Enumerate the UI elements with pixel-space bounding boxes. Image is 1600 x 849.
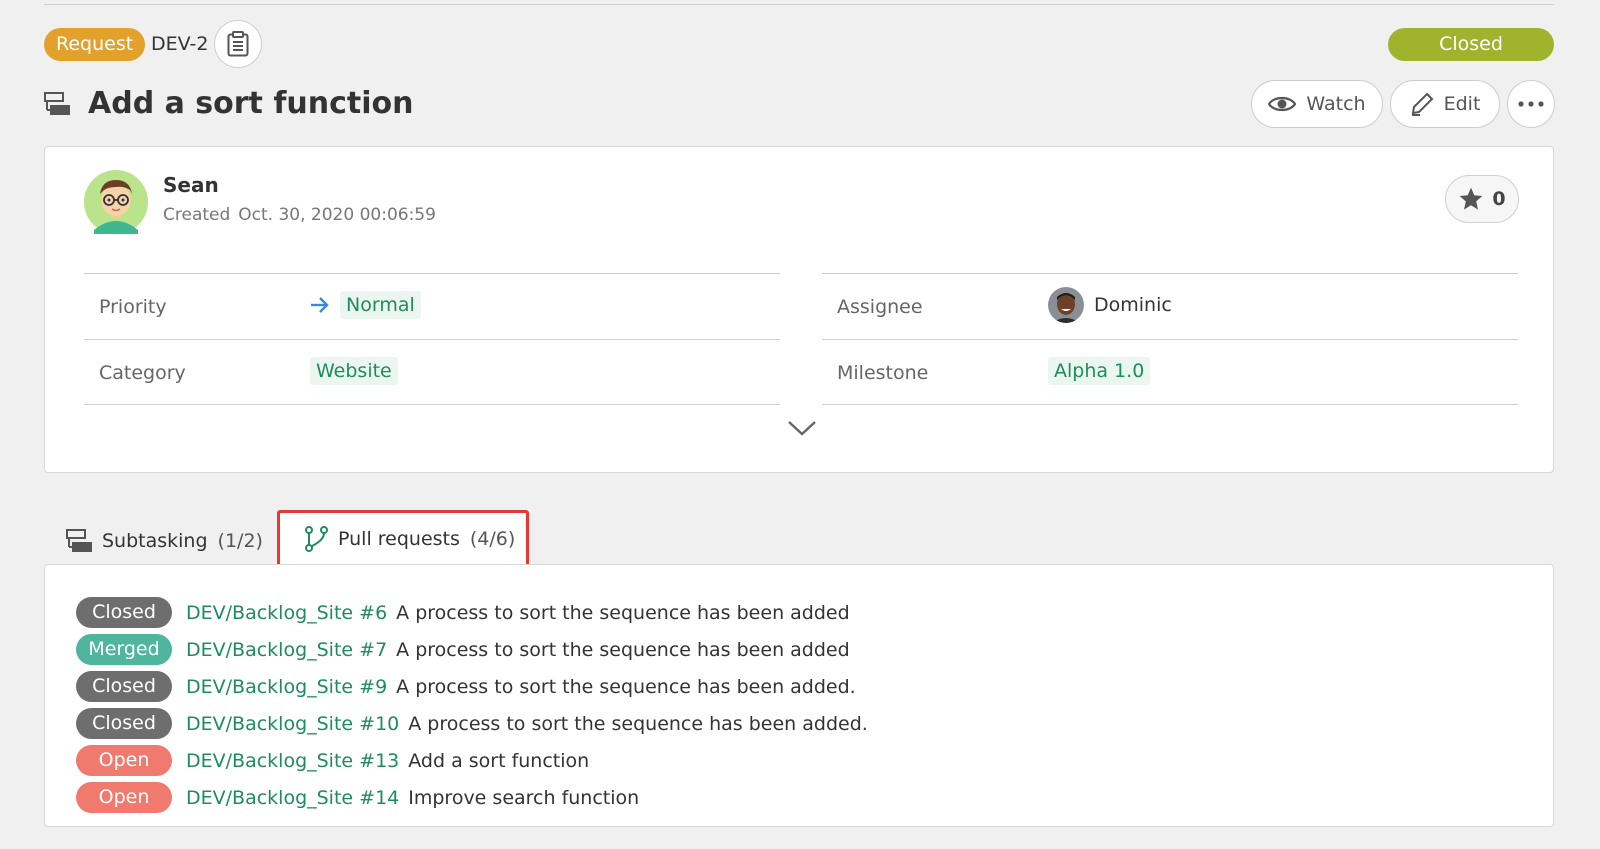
star-icon: [1460, 187, 1483, 210]
milestone-label: Milestone: [837, 362, 929, 384]
list-item: Closed DEV/Backlog_Site #10 A process to…: [76, 705, 868, 742]
tab-subtasking-label: Subtasking: [102, 530, 208, 552]
issue-key: DEV-2: [151, 33, 209, 55]
pull-request-description: A process to sort the sequence has been …: [396, 675, 856, 698]
pull-request-link[interactable]: DEV/Backlog_Site #10: [186, 713, 399, 735]
status-badge: Open: [76, 782, 172, 813]
list-item: Merged DEV/Backlog_Site #7 A process to …: [76, 631, 868, 668]
eye-icon: [1268, 96, 1297, 112]
title-row: Add a sort function Watch Edit: [44, 80, 1555, 130]
pull-request-link[interactable]: DEV/Backlog_Site #6: [186, 602, 387, 624]
pull-request-panel: Closed DEV/Backlog_Site #6 A process to …: [44, 564, 1554, 827]
list-item: Open DEV/Backlog_Site #13 Add a sort fun…: [76, 742, 868, 779]
properties-right: Assignee Dominic Milestone Alpha 1.0: [822, 273, 1518, 405]
pull-request-link[interactable]: DEV/Backlog_Site #13: [186, 750, 399, 772]
created-date: Oct. 30, 2020 00:06:59: [238, 205, 436, 225]
copy-key-button[interactable]: [214, 20, 262, 68]
more-options-button[interactable]: [1507, 80, 1555, 128]
category-value[interactable]: Website: [310, 354, 398, 388]
created-label: Created: [163, 205, 231, 225]
clipboard-icon: [227, 31, 249, 57]
pull-request-description: Improve search function: [408, 786, 640, 809]
priority-row: Priority Normal: [84, 273, 780, 339]
pull-request-icon: [305, 526, 328, 552]
edit-label: Edit: [1443, 93, 1481, 115]
avatar[interactable]: [84, 170, 148, 234]
priority-value[interactable]: Normal: [310, 288, 421, 322]
pull-request-description: A process to sort the sequence has been …: [396, 638, 850, 661]
milestone-chip: Alpha 1.0: [1048, 357, 1151, 385]
assignee-row: Assignee Dominic: [822, 273, 1518, 339]
category-chip: Website: [310, 357, 398, 385]
pencil-icon: [1411, 92, 1434, 116]
author-name[interactable]: Sean: [163, 173, 219, 197]
pull-request-description: A process to sort the sequence has been …: [408, 712, 868, 735]
list-item: Open DEV/Backlog_Site #14 Improve search…: [76, 779, 868, 816]
star-count: 0: [1492, 188, 1506, 210]
edit-button[interactable]: Edit: [1390, 80, 1500, 128]
issue-status-badge[interactable]: Closed: [1388, 28, 1554, 61]
status-badge: Open: [76, 745, 172, 776]
pull-request-description: Add a sort function: [408, 749, 590, 772]
assignee-label: Assignee: [837, 296, 923, 318]
subtask-icon: [44, 92, 70, 115]
subtask-icon: [66, 529, 92, 552]
ellipsis-icon: [1518, 101, 1544, 107]
avatar: [1048, 287, 1084, 323]
priority-label: Priority: [99, 296, 167, 318]
assignee-name: Dominic: [1094, 294, 1172, 316]
pull-request-list: Closed DEV/Backlog_Site #6 A process to …: [76, 594, 868, 816]
created-timestamp: Created Oct. 30, 2020 00:06:59: [163, 205, 444, 225]
tab-pull-requests-count: (4/6): [469, 528, 516, 550]
issue-type-badge[interactable]: Request: [44, 28, 146, 61]
priority-chip: Normal: [340, 291, 421, 319]
status-badge: Merged: [76, 634, 172, 665]
pull-request-description: A process to sort the sequence has been …: [396, 601, 850, 624]
assignee-value[interactable]: Dominic: [1048, 287, 1172, 323]
list-item: Closed DEV/Backlog_Site #9 A process to …: [76, 668, 868, 705]
status-badge: Closed: [76, 671, 172, 702]
milestone-value[interactable]: Alpha 1.0: [1048, 354, 1151, 388]
pull-request-link[interactable]: DEV/Backlog_Site #14: [186, 787, 399, 809]
category-row: Category Website: [84, 339, 780, 405]
tab-pull-requests[interactable]: Pull requests (4/6): [277, 510, 529, 568]
star-button[interactable]: 0: [1445, 175, 1519, 223]
tab-subtasking-count: (1/2): [217, 530, 263, 552]
pull-request-link[interactable]: DEV/Backlog_Site #7: [186, 639, 387, 661]
pull-request-link[interactable]: DEV/Backlog_Site #9: [186, 676, 387, 698]
top-divider: [44, 4, 1554, 5]
milestone-row: Milestone Alpha 1.0: [822, 339, 1518, 405]
watch-label: Watch: [1306, 93, 1366, 115]
watch-button[interactable]: Watch: [1251, 80, 1383, 128]
status-badge: Closed: [76, 597, 172, 628]
page-title: Add a sort function: [88, 86, 414, 121]
category-label: Category: [99, 362, 186, 384]
issue-header: Request DEV-2 Closed: [44, 20, 1554, 68]
status-badge: Closed: [76, 708, 172, 739]
tab-pull-requests-label: Pull requests: [338, 528, 460, 550]
arrow-right-icon: [311, 297, 329, 313]
properties-left: Priority Normal Category Website: [84, 273, 780, 405]
list-item: Closed DEV/Backlog_Site #6 A process to …: [76, 594, 868, 631]
tab-subtasking[interactable]: Subtasking (1/2): [66, 512, 263, 570]
issue-details-card: Sean Created Oct. 30, 2020 00:06:59 0 Pri…: [44, 146, 1554, 473]
chevron-down-icon[interactable]: [787, 419, 817, 437]
